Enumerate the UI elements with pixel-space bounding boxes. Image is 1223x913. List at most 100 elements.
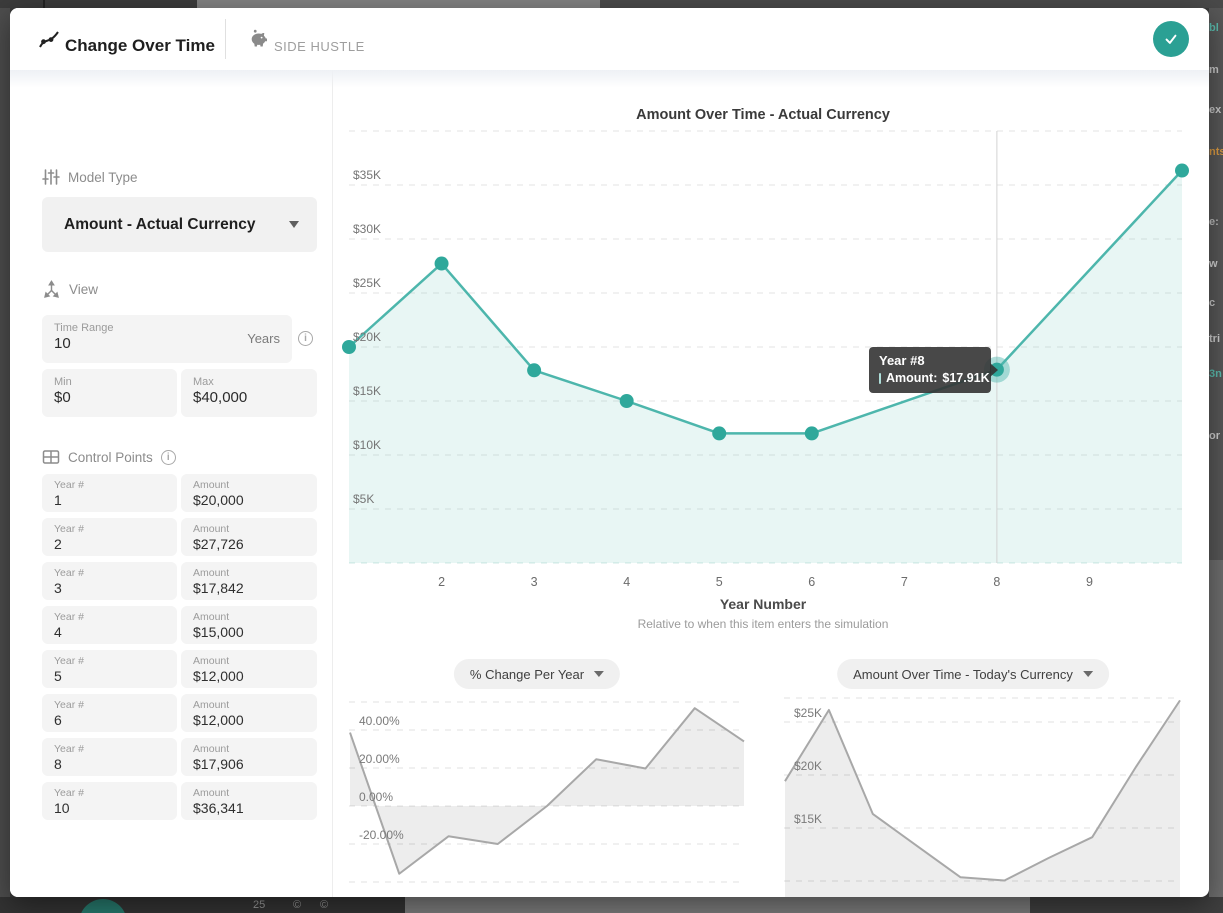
backdrop-top-strip-light — [197, 0, 600, 8]
backdrop-fragment: nts — [1209, 146, 1223, 158]
check-icon — [1161, 29, 1181, 49]
svg-text:$15K: $15K — [353, 384, 381, 398]
control-point-amount-field[interactable]: Amount$12,000 — [181, 650, 317, 688]
model-type-selected: Amount - Actual Currency — [42, 216, 255, 234]
min-field[interactable]: Min $0 — [42, 369, 177, 417]
svg-text:2: 2 — [438, 575, 445, 589]
control-point-amount-field[interactable]: Amount$36,341 — [181, 782, 317, 820]
right-subchart-selector[interactable]: Amount Over Time - Today's Currency — [837, 659, 1109, 689]
control-points-section-header: Control Points — [42, 448, 176, 466]
field-value: $17,842 — [181, 579, 317, 596]
backdrop-fragment: bl — [1209, 22, 1223, 34]
backdrop-right-strip-lower — [1209, 560, 1223, 913]
control-point-row: Year #3Amount$17,842 — [42, 562, 317, 600]
max-field[interactable]: Max $40,000 — [181, 369, 317, 417]
model-type-section-label: Model Type — [68, 170, 138, 185]
time-range-info-icon[interactable] — [298, 331, 313, 346]
tooltip-arrow — [990, 363, 998, 377]
min-label: Min — [42, 369, 177, 388]
control-point-year-field[interactable]: Year #10 — [42, 782, 177, 820]
tooltip-title: Year #8 — [879, 353, 981, 368]
control-point-amount-field[interactable]: Amount$20,000 — [181, 474, 317, 512]
table-icon — [42, 448, 60, 466]
main-chart[interactable]: $5K$10K$15K$20K$25K$30K$35K23456789 — [339, 108, 1189, 594]
view-section-label: View — [69, 282, 98, 297]
control-point-amount-field[interactable]: Amount$12,000 — [181, 694, 317, 732]
x-axis-sublabel: Relative to when this item enters the si… — [333, 617, 1193, 631]
pct-change-chart[interactable]: 40.00%20.00%0.00%-20.00% — [349, 696, 745, 897]
field-label: Amount — [181, 606, 317, 623]
backdrop-fragment: 3n — [1209, 368, 1223, 380]
backdrop-left-strip — [0, 8, 10, 913]
field-label: Amount — [181, 562, 317, 579]
change-over-time-modal: Change Over Time SIDE HUSTLE Model Type — [10, 8, 1209, 897]
change-over-time-icon — [38, 29, 60, 51]
field-label: Amount — [181, 782, 317, 799]
tooltip-row: Amount: $17.91K — [879, 371, 981, 385]
tooltip-value: $17.91K — [942, 371, 989, 385]
control-point-year-field[interactable]: Year #6 — [42, 694, 177, 732]
field-value: 3 — [42, 579, 177, 596]
left-subchart-selector-label: % Change Per Year — [470, 667, 584, 682]
min-value: $0 — [42, 388, 177, 406]
time-range-field[interactable]: Time Range 10 Years — [42, 315, 292, 363]
field-label: Year # — [42, 694, 177, 711]
backdrop-bottom-dark-left — [0, 897, 405, 913]
backdrop-fragment: or — [1209, 430, 1223, 442]
control-point-amount-field[interactable]: Amount$17,842 — [181, 562, 317, 600]
control-point-row: Year #6Amount$12,000 — [42, 694, 317, 732]
field-label: Year # — [42, 562, 177, 579]
confirm-button[interactable] — [1153, 21, 1189, 57]
context-item-label: SIDE HUSTLE — [274, 39, 365, 54]
control-points-info-icon[interactable] — [161, 450, 176, 465]
control-point-amount-field[interactable]: Amount$17,906 — [181, 738, 317, 776]
svg-text:4: 4 — [623, 575, 630, 589]
control-points-list: Year #1Amount$20,000Year #2Amount$27,726… — [42, 474, 317, 826]
backdrop-top-strip-right — [600, 0, 1223, 8]
svg-text:9: 9 — [1086, 575, 1093, 589]
chevron-down-icon — [594, 671, 604, 677]
backdrop-fragment: e: — [1209, 216, 1223, 228]
backdrop-fragment: tri — [1209, 333, 1223, 345]
control-points-section-label: Control Points — [68, 450, 153, 465]
control-point-amount-field[interactable]: Amount$15,000 — [181, 606, 317, 644]
chevron-down-icon — [289, 221, 299, 228]
control-point-year-field[interactable]: Year #1 — [42, 474, 177, 512]
control-point-year-field[interactable]: Year #3 — [42, 562, 177, 600]
left-subchart-selector[interactable]: % Change Per Year — [454, 659, 620, 689]
field-label: Year # — [42, 650, 177, 667]
tooltip-series-label: Amount: — [886, 371, 937, 385]
control-point-year-field[interactable]: Year #2 — [42, 518, 177, 556]
field-label: Year # — [42, 606, 177, 623]
model-type-dropdown[interactable]: Amount - Actual Currency — [42, 197, 317, 252]
modal-title: Change Over Time — [65, 36, 215, 56]
backdrop-fragment: c — [1209, 297, 1223, 309]
field-value: $20,000 — [181, 491, 317, 508]
field-value: 6 — [42, 711, 177, 728]
svg-text:-20.00%: -20.00% — [359, 828, 404, 842]
svg-text:$5K: $5K — [353, 492, 374, 506]
header-divider — [225, 19, 226, 59]
control-point-row: Year #4Amount$15,000 — [42, 606, 317, 644]
chart-tooltip: Year #8 Amount: $17.91K — [869, 347, 991, 393]
svg-text:$25K: $25K — [794, 706, 822, 720]
control-point-year-field[interactable]: Year #8 — [42, 738, 177, 776]
max-value: $40,000 — [181, 388, 317, 406]
chevron-down-icon — [1083, 671, 1093, 677]
svg-text:$20K: $20K — [794, 759, 822, 773]
svg-text:5: 5 — [716, 575, 723, 589]
field-label: Year # — [42, 782, 177, 799]
field-value: $12,000 — [181, 667, 317, 684]
svg-text:$10K: $10K — [353, 438, 381, 452]
svg-text:$30K: $30K — [353, 222, 381, 236]
control-point-row: Year #1Amount$20,000 — [42, 474, 317, 512]
field-label: Year # — [42, 474, 177, 491]
control-point-year-field[interactable]: Year #4 — [42, 606, 177, 644]
field-label: Year # — [42, 738, 177, 755]
backdrop-fragment: m — [1209, 64, 1223, 76]
todays-currency-chart[interactable]: $25K$20K$15K — [784, 696, 1190, 897]
svg-text:3: 3 — [531, 575, 538, 589]
x-axis-label: Year Number — [333, 596, 1193, 612]
control-point-year-field[interactable]: Year #5 — [42, 650, 177, 688]
control-point-amount-field[interactable]: Amount$27,726 — [181, 518, 317, 556]
